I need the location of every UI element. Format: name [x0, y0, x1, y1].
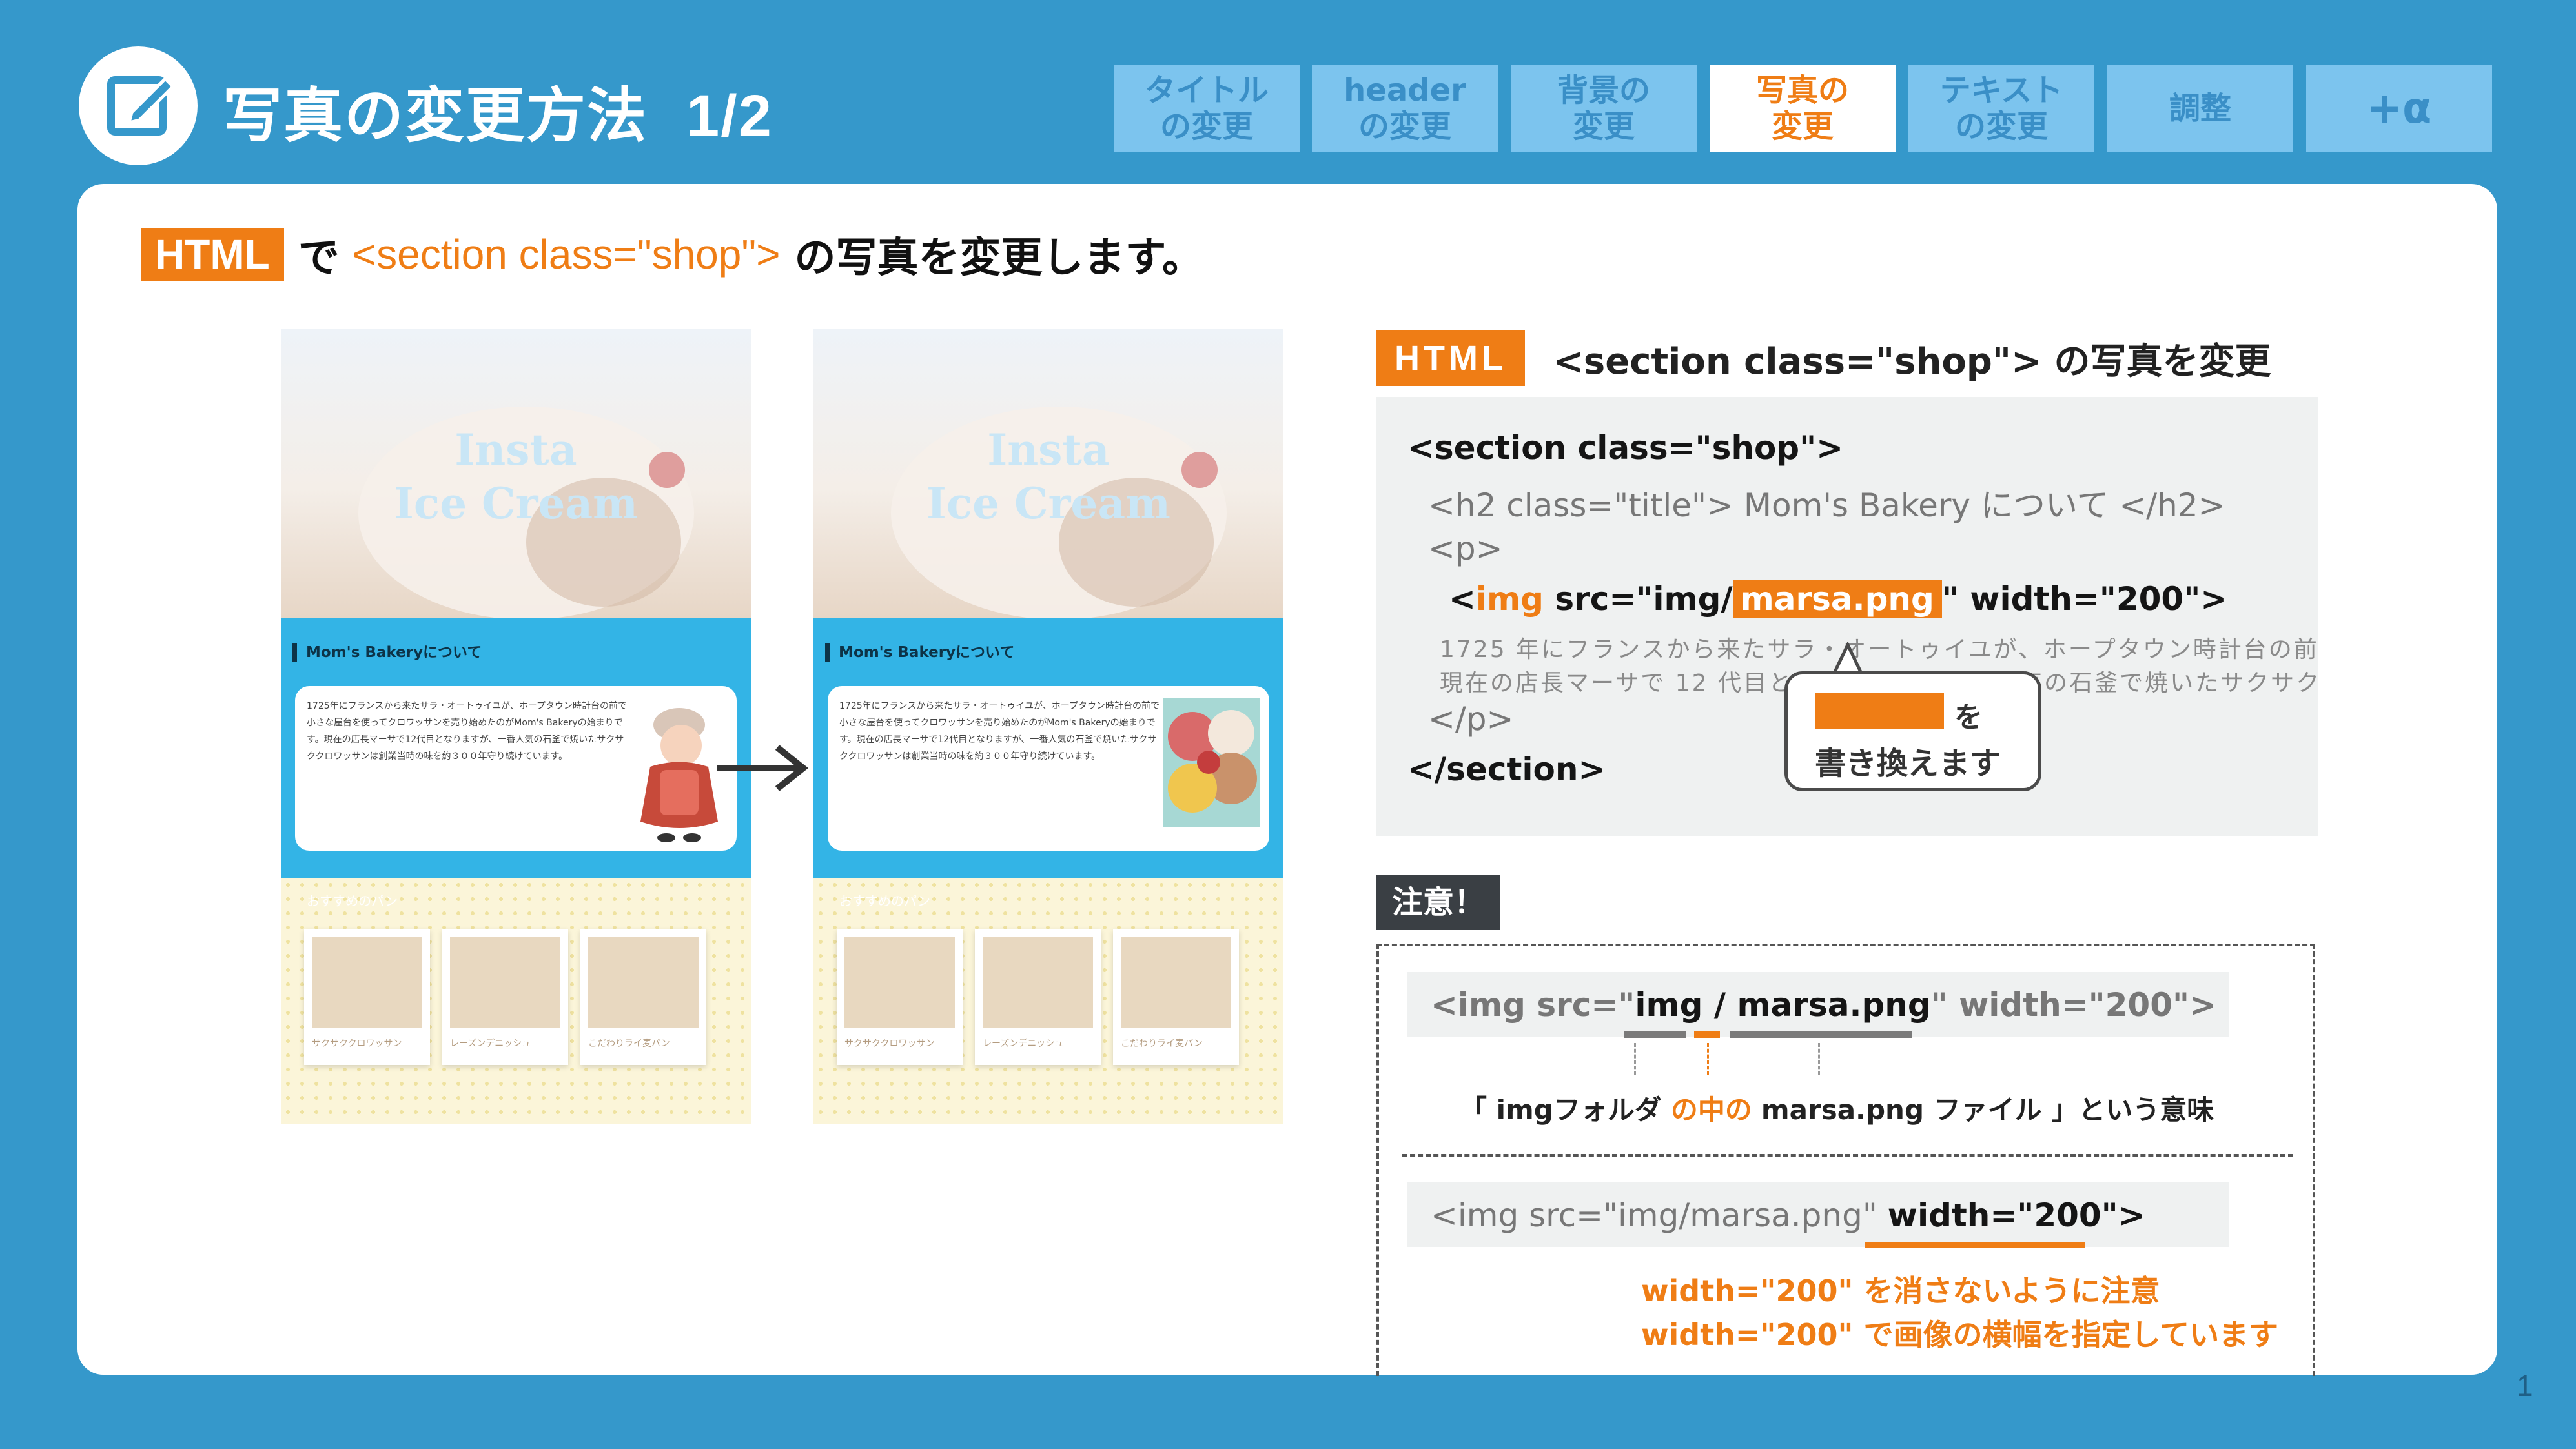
tab-header-change[interactable]: header の変更: [1312, 65, 1498, 152]
tab-background-change[interactable]: 背景の 変更: [1511, 65, 1697, 152]
callout-placeholder: [1815, 693, 1944, 729]
html-badge-2: HTML: [1376, 330, 1525, 386]
code-line-img: <img src="img/marsa.png " width="200">: [1449, 580, 2227, 618]
shop-text: 1725年にフランスから来たサラ・オートゥイユが、ホープタウン時計台の前で小さな…: [307, 701, 627, 762]
mock-before: Insta Ice Cream Mom's Bakeryについて 1725年にフ…: [281, 329, 751, 1124]
mock-after: Insta Ice Cream Mom's Bakeryについて 1725年にフ…: [813, 329, 1283, 1124]
example-2-code: <img src="img/marsa.png" width="200">: [1431, 1197, 2145, 1234]
section-title: Mom's Bakeryについて: [825, 643, 1014, 662]
page-title-text: 写真の変更方法: [223, 81, 648, 150]
dash-guide: [1634, 1043, 1636, 1075]
code-token: width="200">: [1887, 1197, 2145, 1234]
intro-code: <section class="shop">: [352, 231, 781, 278]
exp-token: の中の: [1670, 1094, 1752, 1126]
code-heading-text: <section class="shop"> の写真を変更: [1553, 340, 2271, 383]
code-text: 1725 年にフランスから来たサラ・オートゥイユが、ホープタウン時計台の前: [1440, 636, 2318, 663]
code-token: img: [1475, 580, 1544, 618]
product-card: レーズンデニッシュ: [442, 929, 568, 1065]
html-badge: HTML: [141, 228, 284, 281]
intro-line: HTML で <section class="shop"> の写真を変更します。: [141, 227, 1204, 282]
tab-text-change[interactable]: テキスト の変更: [1908, 65, 2094, 152]
product-label: レーズンデニッシュ: [450, 1039, 531, 1049]
callout-bubble: を 書き換えます: [1784, 671, 2041, 791]
logo-line1: Insta: [455, 425, 577, 475]
code-token: src="img/: [1543, 580, 1733, 618]
code-token: </h2>: [2119, 487, 2225, 524]
product-label: こだわりライ麦パン: [1121, 1039, 1203, 1049]
code-line: </p>: [1428, 700, 1514, 738]
tab-extra[interactable]: +α: [2306, 65, 2492, 152]
code-line: <p>: [1428, 530, 1503, 567]
section-title: Mom's Bakeryについて: [292, 643, 482, 662]
product-card: こだわりライ麦パン: [580, 929, 706, 1065]
filename-highlight: marsa.png: [1732, 580, 1942, 618]
example-2-explanation-2: width="200" で画像の横幅を指定しています: [1641, 1317, 2279, 1352]
product-card: こだわりライ麦パン: [1113, 929, 1239, 1065]
edit-icon: [107, 76, 176, 136]
products-section: おすすめのパン サクサククロワッサン レーズンデニッシュ こだわりライ麦パン: [281, 878, 751, 1124]
code-line: <section class="shop">: [1407, 429, 1844, 467]
note-label: 注意！: [1376, 875, 1501, 930]
code-token: img / marsa.png: [1635, 986, 1931, 1024]
code-token: <img src="img/marsa.png": [1431, 1197, 1888, 1234]
exp-token: 「 imgフォルダ: [1460, 1094, 1662, 1126]
shop-text: 1725年にフランスから来たサラ・オートゥイユが、ホープタウン時計台の前で小さな…: [839, 701, 1160, 762]
code-line: </section>: [1407, 751, 1606, 788]
dash-guide: [1707, 1043, 1709, 1075]
product-label: サクサククロワッサン: [844, 1039, 935, 1049]
arrow-right-icon: [717, 745, 809, 791]
product-label: こだわりライ麦パン: [588, 1039, 670, 1049]
code-token: <h2 class="title">: [1428, 487, 1733, 524]
shop-section: Mom's Bakeryについて 1725年にフランスから来たサラ・オートゥイユ…: [281, 618, 751, 878]
product-label: サクサククロワッサン: [312, 1039, 402, 1049]
edit-icon-circle: [79, 46, 198, 165]
tab-adjust[interactable]: 調整: [2107, 65, 2293, 152]
logo-line1: Insta: [987, 425, 1110, 475]
tab-photo-change[interactable]: 写真の 変更: [1710, 65, 1896, 152]
products-section: おすすめのパン サクサククロワッサン レーズンデニッシュ こだわりライ麦パン: [813, 878, 1283, 1124]
page-counter: 1/2: [686, 83, 773, 149]
code-token: <img src=": [1431, 986, 1635, 1024]
code-token: Mom's Bakery について: [1743, 487, 2109, 524]
logo-line2: Ice Cream: [394, 478, 638, 529]
callout-action: 書き換えます: [1815, 745, 2001, 782]
products-title: おすすめのパン: [307, 893, 398, 909]
shop-section: Mom's Bakeryについて 1725年にフランスから来たサラ・オートゥイユ…: [813, 618, 1283, 878]
underline-slash: [1694, 1031, 1720, 1038]
underline-file: [1730, 1031, 1912, 1038]
note-box: <img src="img / marsa.png" width="200"> …: [1376, 944, 2315, 1376]
example-2-explanation-1: width="200" を消さないように注意: [1641, 1273, 2160, 1308]
product-card: サクサククロワッサン: [837, 929, 963, 1065]
exp-token: marsa.png ファイル 」という意味: [1761, 1094, 2214, 1126]
code-token: <: [1449, 580, 1476, 618]
underline-folder: [1624, 1031, 1686, 1038]
code-heading: HTML <section class="shop"> の写真を変更: [1376, 330, 2271, 386]
logo-line2: Ice Cream: [926, 478, 1170, 529]
example-1-code: <img src="img / marsa.png" width="200">: [1431, 986, 2216, 1024]
shop-card: 1725年にフランスから来たサラ・オートゥイユが、ホープタウン時計台の前で小さな…: [295, 686, 737, 851]
underline-width: [1865, 1242, 2085, 1248]
divider: [1402, 1154, 2293, 1157]
intro-pre: で: [298, 234, 340, 282]
product-label: レーズンデニッシュ: [983, 1039, 1064, 1049]
product-card: サクサククロワッサン: [304, 929, 430, 1065]
callout-word: を: [1954, 701, 1983, 734]
product-card: レーズンデニッシュ: [975, 929, 1101, 1065]
page-number: 1: [2517, 1369, 2533, 1403]
products-title: おすすめのパン: [839, 893, 930, 909]
code-line: <h2 class="title"> Mom's Bakery について </h…: [1428, 480, 2225, 526]
page-title: 写真の変更方法 1/2: [223, 68, 773, 154]
dash-guide: [1818, 1043, 1820, 1075]
icecream-photo: [1163, 698, 1260, 827]
shop-card: 1725年にフランスから来たサラ・オートゥイユが、ホープタウン時計台の前で小さな…: [828, 686, 1269, 851]
tab-title-change[interactable]: タイトル の変更: [1114, 65, 1300, 152]
code-token: " width="200">: [1930, 986, 2216, 1024]
intro-post: の写真を変更します。: [794, 234, 1204, 282]
example-1-explanation: 「 imgフォルダ の中の marsa.png ファイル 」という意味: [1460, 1088, 2214, 1128]
code-token: " width="200">: [1941, 580, 2228, 618]
